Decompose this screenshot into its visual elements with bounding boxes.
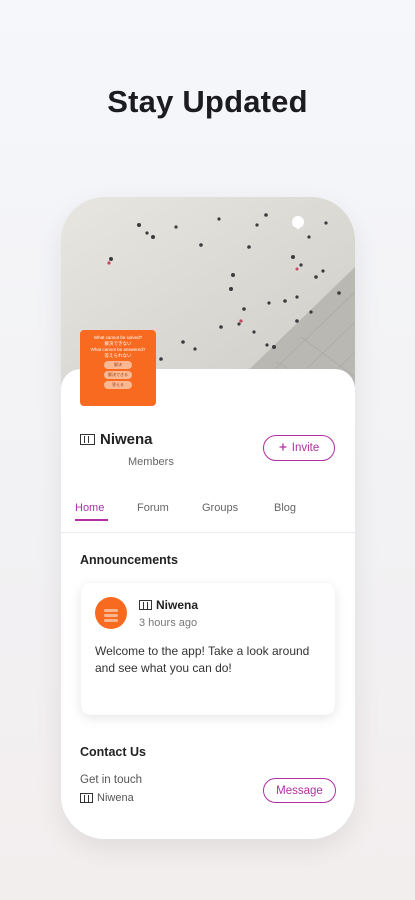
- phone-mockup: What cannot be solved? 解決できない What canno…: [61, 197, 355, 839]
- page-headline: Stay Updated: [107, 84, 308, 119]
- brand-name: Niwena: [100, 431, 153, 448]
- announcements-title: Announcements: [80, 553, 178, 567]
- post-body: Welcome to the app! Take a look around a…: [95, 644, 310, 675]
- tab-home[interactable]: Home: [75, 502, 104, 514]
- brand-row: Niwena: [80, 431, 153, 448]
- avatar-pill: 答える: [104, 381, 132, 389]
- contact-name: Niwena: [97, 792, 134, 804]
- post-avatar: [95, 597, 127, 629]
- contact-name-row: Niwena: [80, 792, 134, 804]
- message-button[interactable]: Message: [263, 778, 336, 803]
- contact-subtitle: Get in touch: [80, 774, 143, 786]
- members-link[interactable]: Members: [128, 456, 174, 468]
- announcement-post[interactable]: Niwena 3 hours ago Welcome to the app! T…: [81, 583, 335, 715]
- post-author-name: Niwena: [156, 598, 199, 612]
- post-author: Niwena: [139, 598, 198, 612]
- active-tab-indicator: [75, 519, 108, 521]
- contact-glyph-icon: [80, 793, 93, 803]
- tab-forum[interactable]: Forum: [137, 502, 169, 514]
- tab-groups[interactable]: Groups: [202, 502, 238, 514]
- bell-icon[interactable]: [292, 215, 337, 231]
- tab-bar: Home Forum Groups Blog: [61, 502, 355, 533]
- contact-title: Contact Us: [80, 745, 146, 759]
- avatar-pill: 解決: [104, 361, 132, 369]
- avatar-pill: 解決できる: [104, 371, 132, 379]
- cover-actions: [291, 215, 337, 231]
- plus-icon: [279, 442, 287, 454]
- author-glyph-icon: [139, 600, 152, 610]
- avatar-line-4: 答えられない: [104, 353, 132, 358]
- tab-blog[interactable]: Blog: [274, 502, 296, 514]
- brand-glyph-icon: [80, 434, 95, 445]
- post-timestamp: 3 hours ago: [139, 617, 198, 629]
- community-avatar: What cannot be solved? 解決できない What canno…: [80, 330, 156, 406]
- invite-label: Invite: [291, 442, 320, 454]
- invite-button[interactable]: Invite: [263, 435, 335, 461]
